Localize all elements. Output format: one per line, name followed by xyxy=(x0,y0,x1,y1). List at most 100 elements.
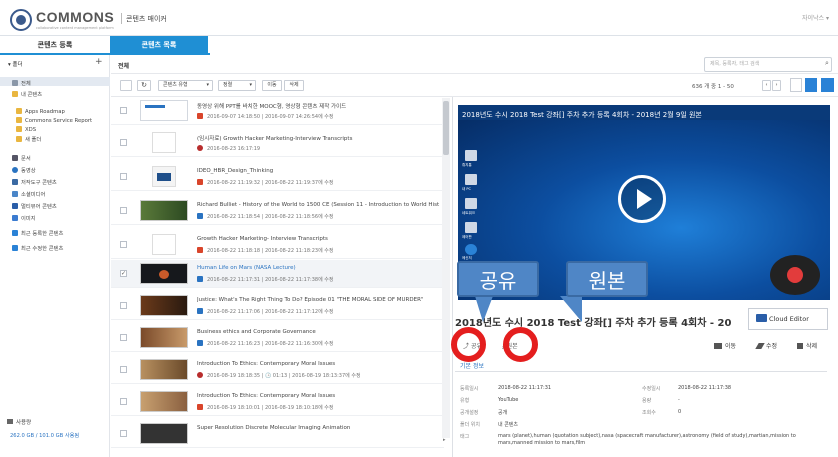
edit-action[interactable]: 수정 xyxy=(755,341,777,350)
sidebar-item-xds[interactable]: XDS xyxy=(16,126,36,133)
list-scrollbar-thumb[interactable] xyxy=(443,101,449,155)
row-checkbox[interactable] xyxy=(120,334,127,341)
table-row[interactable]: IDEO_HBR_Design_Thinking 2016-08-22 11:1… xyxy=(111,163,444,191)
row-thumbnail xyxy=(152,166,176,187)
row-title[interactable]: Business ethics and Corporate Governance xyxy=(197,329,442,335)
cloud-editor-icon xyxy=(756,314,767,322)
row-checkbox-checked[interactable]: ✓ xyxy=(120,270,127,277)
play-icon[interactable] xyxy=(618,175,666,223)
record-icon[interactable] xyxy=(787,267,803,283)
sidebar-item-commons-service-report[interactable]: Commons Service Report xyxy=(16,117,92,124)
row-checkbox[interactable] xyxy=(120,207,127,214)
scroll-down-icon[interactable]: ▸ xyxy=(443,437,446,443)
row-checkbox[interactable] xyxy=(120,241,127,248)
row-checkbox[interactable] xyxy=(120,302,127,309)
sidebar-item-document[interactable]: 문서 xyxy=(12,154,31,162)
tab-basic-info[interactable]: 기본 정보 xyxy=(460,361,484,370)
row-checkbox[interactable] xyxy=(120,107,127,114)
table-row[interactable]: Business ethics and Corporate Governance… xyxy=(111,324,444,352)
row-checkbox[interactable] xyxy=(120,139,127,146)
row-title[interactable]: IDEO_HBR_Design_Thinking xyxy=(197,168,442,174)
sort-select[interactable]: 정렬 ▾ xyxy=(218,80,256,91)
tab-content-list[interactable]: 콘텐츠 목록 xyxy=(110,36,208,54)
view-detail-icon[interactable] xyxy=(821,78,834,92)
reg-date-value: 2018-08-22 11:17:31 xyxy=(498,385,552,391)
sidebar-item-all[interactable]: 전체 xyxy=(12,79,31,87)
sidebar-item-new-folder[interactable]: 새 폴더 xyxy=(16,135,41,143)
table-row-selected[interactable]: ✓ Human Life on Mars (NASA Lecture) 2016… xyxy=(111,260,444,288)
delete-button[interactable]: 삭제 xyxy=(284,80,304,91)
sidebar-item-my-content[interactable]: 내 콘텐츠 xyxy=(12,90,42,98)
user-menu[interactable]: 자이낙스 ▾ xyxy=(802,13,829,22)
recent-add-icon xyxy=(12,230,18,236)
info-tab-bar xyxy=(455,358,827,372)
row-checkbox[interactable] xyxy=(120,173,127,180)
trash-icon xyxy=(797,343,803,349)
folder-header[interactable]: ▾ 폴더 xyxy=(8,60,23,68)
row-title[interactable]: Growth Hacker Marketing- Interview Trans… xyxy=(197,236,442,242)
table-row[interactable]: Introduction To Ethics: Contemporary Mor… xyxy=(111,356,444,384)
row-checkbox[interactable] xyxy=(120,430,127,437)
view-split-icon[interactable] xyxy=(805,78,817,92)
image-icon xyxy=(12,215,18,221)
row-title[interactable]: 동영상 위해 PPT를 바치한 MOOC형, 영상형 콘텐츠 제작 가이드 xyxy=(197,102,442,110)
sidebar-item-authoring[interactable]: 저작도구 콘텐츠 xyxy=(12,178,57,186)
mod-date-label: 수정일시 xyxy=(642,386,661,392)
type-select[interactable]: 콘텐츠 유형 ▾ xyxy=(158,80,213,91)
select-all-checkbox[interactable] xyxy=(120,80,132,91)
sidebar-item-social[interactable]: 소셜미디어 xyxy=(12,190,45,198)
row-meta: 2016-08-19 18:18:35 | 🕒 01:13 | 2016-08-… xyxy=(197,372,361,379)
row-title[interactable]: Introduction To Ethics: Contemporary Mor… xyxy=(197,361,442,367)
table-row[interactable]: Justice: What's The Right Thing To Do? E… xyxy=(111,292,444,320)
delete-action[interactable]: 삭제 xyxy=(797,341,817,350)
highlight-ring-share xyxy=(451,327,486,362)
row-checkbox[interactable] xyxy=(120,366,127,373)
move-button[interactable]: 이동 xyxy=(262,80,282,91)
sidebar-item-recent-registered[interactable]: 최근 등록한 콘텐츠 xyxy=(12,229,63,237)
sidebar-item-recent-modified[interactable]: 최근 수정한 콘텐츠 xyxy=(12,244,63,252)
type-value: YouTube xyxy=(498,397,519,403)
table-row[interactable]: Introduction To Ethics: Contemporary Mor… xyxy=(111,388,444,416)
desktop-trash-icon xyxy=(465,150,477,161)
row-title[interactable]: Richard Bulliet - History of the World t… xyxy=(197,202,442,208)
search-icon[interactable]: ⌕ xyxy=(825,59,829,68)
row-title[interactable]: (임시자료) Growth Hacker Marketing-Interview… xyxy=(197,134,442,142)
row-checkbox[interactable] xyxy=(120,398,127,405)
add-folder-button[interactable]: + xyxy=(95,57,103,67)
row-meta: 2016-08-19 18:10:01 | 2016-08-19 18:10:1… xyxy=(197,404,333,411)
authoring-icon xyxy=(12,179,18,185)
row-title[interactable]: Super Resolution Discrete Molecular Imag… xyxy=(197,425,442,431)
table-row[interactable]: Growth Hacker Marketing- Interview Trans… xyxy=(111,231,444,259)
web-icon xyxy=(197,372,203,378)
table-row[interactable]: Super Resolution Discrete Molecular Imag… xyxy=(111,420,444,448)
next-page-button[interactable]: › xyxy=(772,80,781,91)
video-title: 2018년도 수시 2018 Test 강좌[] 주차 추가 등록 4회차 - … xyxy=(462,111,702,119)
search-input[interactable]: 제목, 등록자, 태그 검색 xyxy=(704,57,832,72)
tab-content-register[interactable]: 콘텐츠 등록 xyxy=(0,36,110,54)
table-row[interactable]: (임시자료) Growth Hacker Marketing-Interview… xyxy=(111,129,444,157)
row-title[interactable]: Human Life on Mars (NASA Lecture) xyxy=(197,265,442,271)
prev-page-button[interactable]: ‹ xyxy=(762,80,771,91)
recent-edit-icon xyxy=(12,245,18,251)
logo-text[interactable]: COMMONS xyxy=(36,9,114,25)
move-action[interactable]: 이동 xyxy=(714,341,736,350)
row-title[interactable]: Introduction To Ethics: Contemporary Mor… xyxy=(197,393,442,399)
row-thumbnail xyxy=(140,327,188,348)
sidebar-item-apps-roadmap[interactable]: Apps Roadmap xyxy=(16,108,65,115)
row-thumbnail xyxy=(152,132,176,153)
row-title[interactable]: Justice: What's The Right Thing To Do? E… xyxy=(197,297,442,303)
row-thumbnail xyxy=(152,234,176,255)
logo-icon[interactable] xyxy=(10,9,32,31)
web-icon xyxy=(197,145,203,151)
sidebar-item-image[interactable]: 이미지 xyxy=(12,214,36,222)
sidebar-item-video[interactable]: 동영상 xyxy=(12,166,36,174)
callout-share: 공유 xyxy=(457,261,539,297)
refresh-button[interactable]: ↻ xyxy=(137,80,151,91)
table-row[interactable]: Richard Bulliet - History of the World t… xyxy=(111,197,444,225)
row-thumbnail xyxy=(140,200,188,221)
sidebar-item-multiviewer[interactable]: 멀티뷰어 콘텐츠 xyxy=(12,202,57,210)
row-meta: 2016-08-22 11:17:31 | 2016-08-22 11:17:3… xyxy=(197,276,333,283)
logo-subtitle: collaborative content management platfor… xyxy=(36,26,114,30)
view-list-icon[interactable] xyxy=(790,78,802,92)
table-row[interactable]: 동영상 위해 PPT를 바치한 MOOC형, 영상형 콘텐츠 제작 가이드 20… xyxy=(111,97,444,125)
